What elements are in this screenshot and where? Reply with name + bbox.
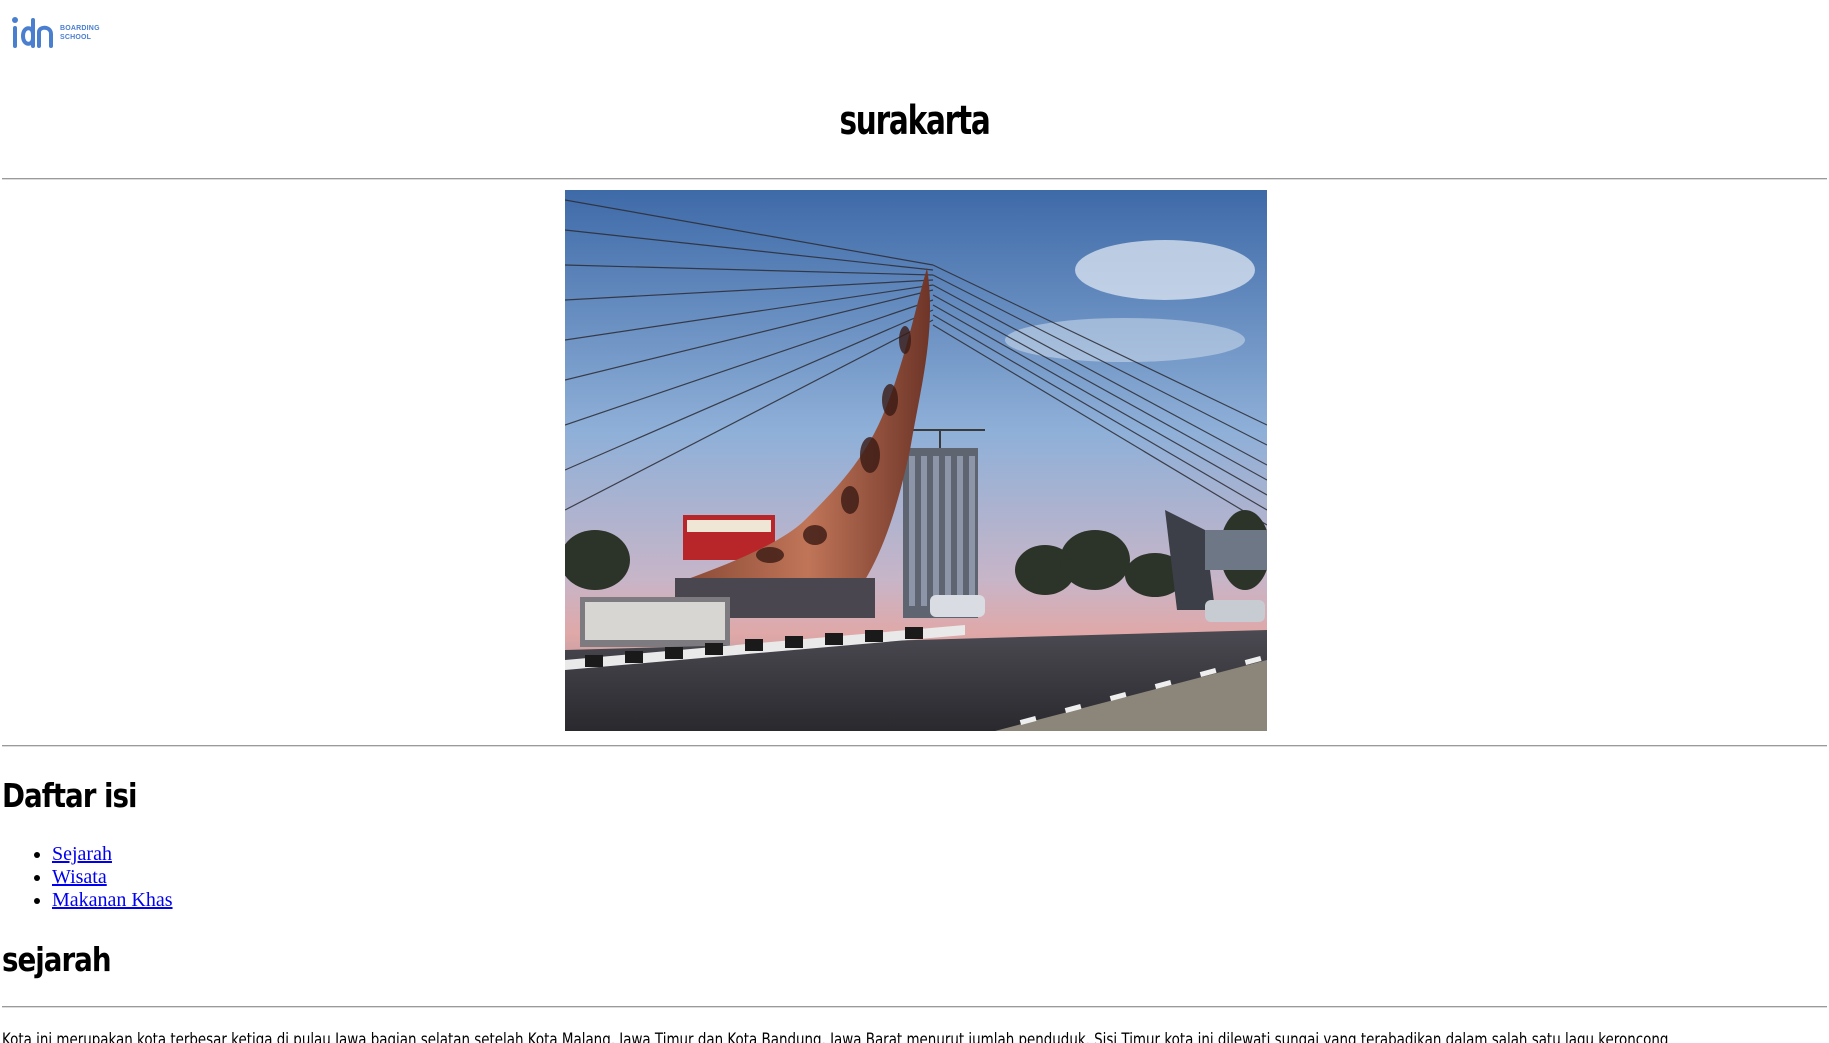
logo-wordmark: BOARDING SCHOOL: [60, 24, 100, 42]
site-logo[interactable]: BOARDING SCHOOL: [11, 16, 100, 50]
toc-link-sejarah[interactable]: Sejarah: [52, 843, 112, 865]
toc-item: Makanan Khas: [52, 889, 173, 912]
logo-line-1: BOARDING: [60, 25, 100, 32]
hero-image: [565, 190, 1267, 731]
toc-link-makanan-khas[interactable]: Makanan Khas: [52, 889, 173, 911]
surakarta-monument-photo: [565, 190, 1267, 731]
divider-sejarah: [2, 1006, 1827, 1008]
sejarah-paragraph: Kota ini merupakan kota terbesar ketiga …: [2, 1030, 1669, 1043]
toc-item: Wisata: [52, 866, 173, 889]
idn-logo-icon: [12, 17, 53, 48]
page: BOARDING SCHOOL surakarta Daftar isi • S…: [0, 0, 1829, 1043]
toc-item: Sejarah: [52, 843, 173, 866]
section-heading-sejarah: sejarah: [2, 940, 112, 979]
logo-line-2: SCHOOL: [60, 34, 92, 41]
toc-heading: Daftar isi: [2, 776, 137, 815]
toc-list: Sejarah Wisata Makanan Khas: [0, 843, 173, 912]
page-title: surakarta: [839, 98, 990, 144]
divider-top: [2, 178, 1827, 180]
toc-link-wisata[interactable]: Wisata: [52, 866, 107, 888]
divider-middle: [2, 745, 1827, 747]
